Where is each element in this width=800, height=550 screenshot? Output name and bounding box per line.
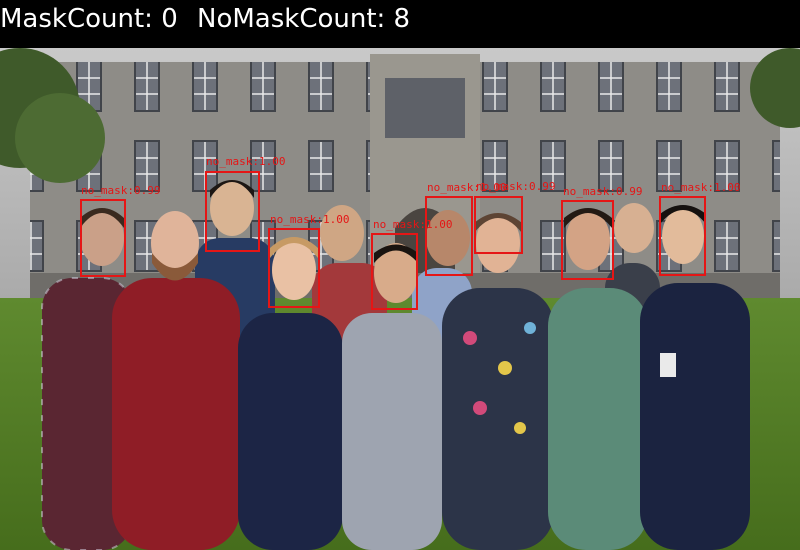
no-mask-count-text: NoMaskCount: 8 (197, 4, 411, 34)
count-header-bar: MaskCount: 0 NoMaskCount: 8 (0, 0, 800, 48)
camera-frame (0, 48, 800, 550)
mask-count-text: MaskCount: 0 (0, 4, 178, 34)
mask-detection-window: MaskCount: 0 NoMaskCount: 8 no_mask:0.99… (0, 0, 800, 550)
group-photo-illustration (0, 48, 800, 550)
